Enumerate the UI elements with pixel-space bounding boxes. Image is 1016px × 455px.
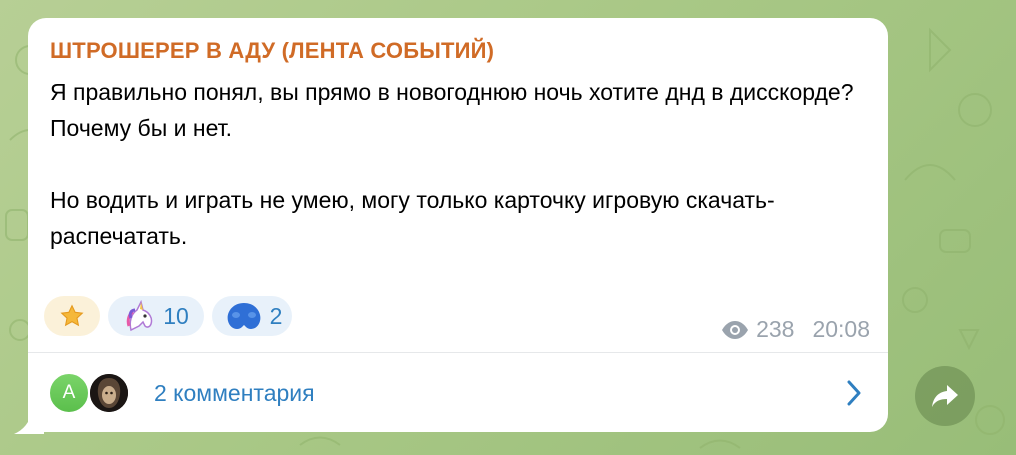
post-text: Я правильно понял, вы прямо в новогоднюю… [50,74,870,254]
post-meta: 238 20:08 [720,316,870,343]
chevron-right-icon [847,380,861,406]
blue-balls-icon [227,303,260,329]
post-time: 20:08 [812,316,870,342]
unicorn-icon [126,300,153,332]
reaction-unicorn-button[interactable]: 10 [108,296,204,336]
comments-count-label: 2 комментария [154,380,315,406]
comments-button[interactable]: A 2 комментария [28,353,888,432]
commenter-avatar: A [48,372,90,414]
channel-post-bubble: ШТРОШЕРЕР В АДУ (ЛЕНТА СОБЫТИЙ) Я правил… [28,18,888,432]
post-text-line: Почему бы и нет. [50,115,232,141]
portrait-image [90,374,128,412]
post-text-line: Я правильно понял, вы прямо в новогоднюю… [50,79,854,105]
avatar-initial: A [62,382,76,403]
commenter-avatar-photo [88,372,130,414]
reaction-count: 2 [269,302,283,329]
reaction-star-button[interactable] [44,296,100,336]
view-count: 238 [756,316,795,342]
reaction-blue-balls-button[interactable]: 2 [212,296,292,336]
reaction-count: 10 [163,302,189,329]
eye-icon [722,320,749,339]
star-icon [60,304,84,327]
share-arrow-icon [932,385,958,407]
post-text-line: Но водить и играть не умею, могу только … [50,187,775,249]
share-button[interactable] [915,366,975,426]
channel-name[interactable]: ШТРОШЕРЕР В АДУ (ЛЕНТА СОБЫТИЙ) [50,38,494,64]
